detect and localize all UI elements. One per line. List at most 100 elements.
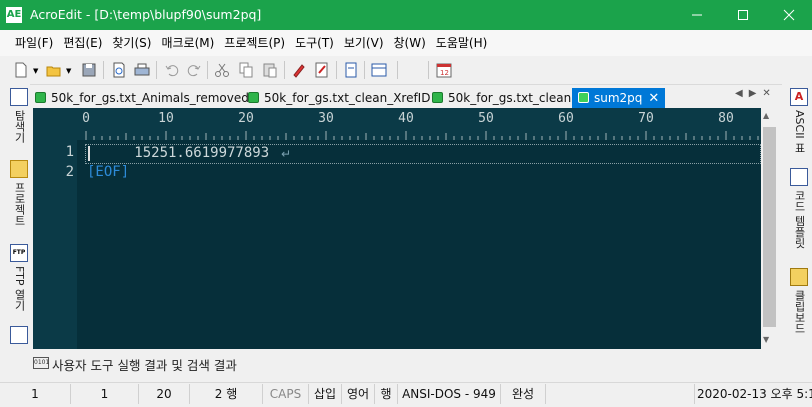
- tab-prev-icon[interactable]: ◀: [735, 88, 749, 99]
- open-dropdown-icon[interactable]: ▼: [66, 67, 71, 75]
- minimize-icon: [692, 14, 702, 16]
- eof-marker: [EOF]: [87, 164, 130, 180]
- print-icon: [134, 63, 150, 76]
- menu-edit[interactable]: 편집(E): [58, 30, 107, 56]
- redo-button[interactable]: [185, 61, 203, 79]
- toolbar-separator: [207, 61, 208, 79]
- menu-search[interactable]: 찾기(S): [107, 30, 156, 56]
- paste-icon: [263, 63, 277, 78]
- ascii-table-icon: A: [790, 88, 808, 106]
- copy-button[interactable]: [237, 61, 255, 79]
- ruler-number: 20: [238, 111, 254, 126]
- status-state: 완성: [501, 384, 546, 404]
- explorer-icon: [10, 88, 28, 106]
- file-status-icon: [432, 92, 443, 103]
- calendar-button[interactable]: 12: [435, 61, 453, 79]
- window-icon: [10, 326, 28, 344]
- undo-button[interactable]: [163, 61, 181, 79]
- side-item-label: FTP 열기: [13, 266, 26, 311]
- editor[interactable]: 0 10 20 30 40 50 60 70 80 1 2 15251.6619…: [33, 108, 761, 349]
- tab-sum2pq[interactable]: sum2pq ✕: [572, 88, 666, 108]
- output-panel-tab[interactable]: 사용자 도구 실행 결과 및 검색 결과: [52, 355, 237, 374]
- line-end-icon: ↵: [281, 147, 292, 161]
- menu-help[interactable]: 도움말(H): [431, 30, 493, 56]
- tab-clean-xrefid[interactable]: 50k_for_gs.txt_clean_XrefID: [248, 88, 430, 108]
- print-preview-icon: [113, 62, 125, 78]
- print-preview-button[interactable]: [110, 61, 128, 79]
- redo-icon: [187, 65, 201, 77]
- ftp-icon: FTP: [10, 244, 28, 262]
- clipboard-icon: [790, 268, 808, 286]
- toolbar: ▼ ▼ 12: [0, 56, 812, 85]
- ruler-number: 80: [718, 111, 734, 126]
- output-icon: 0101: [33, 357, 49, 369]
- scroll-down-icon[interactable]: ▼: [763, 335, 769, 344]
- cut-icon: [215, 63, 229, 77]
- copy-icon: [239, 62, 253, 78]
- text-caret: [88, 146, 90, 161]
- status-insert[interactable]: 삽입: [309, 384, 342, 404]
- marker-icon: [293, 64, 305, 78]
- tab-next-icon[interactable]: ▶: [749, 88, 763, 99]
- svg-text:12: 12: [440, 69, 449, 77]
- status-lines: 2 행: [190, 384, 263, 404]
- toolbar-separator: [336, 61, 337, 79]
- status-language[interactable]: 영어: [342, 384, 375, 404]
- doc-button[interactable]: [342, 61, 360, 79]
- edit-doc-button[interactable]: [313, 61, 331, 79]
- toolbar-separator: [284, 61, 285, 79]
- minimize-button[interactable]: [674, 0, 720, 30]
- tab-close-icon[interactable]: ✕: [648, 91, 659, 106]
- toolbar-separator: [428, 61, 429, 79]
- menu-window[interactable]: 창(W): [389, 30, 431, 56]
- scrollbar-thumb[interactable]: [763, 127, 776, 327]
- close-button[interactable]: [766, 0, 812, 30]
- editor-line-1[interactable]: 15251.6619977893: [109, 145, 269, 161]
- paste-button[interactable]: [261, 61, 279, 79]
- app-icon: AE: [6, 7, 22, 23]
- menu-macro[interactable]: 매크로(M): [156, 30, 219, 56]
- calendar-icon: 12: [436, 63, 452, 78]
- status-bar: 1 1 20 2 행 CAPS 삽입 영어 행 ANSI-DOS - 949 완…: [0, 382, 812, 407]
- new-file-icon: [15, 62, 27, 78]
- toolbar-separator: [156, 61, 157, 79]
- window-title: AcroEdit - [D:\temp\blupf90\sum2pq]: [30, 7, 262, 22]
- line-number: 1: [65, 144, 74, 160]
- new-file-dropdown-icon[interactable]: ▼: [33, 67, 38, 75]
- print-button[interactable]: [133, 61, 151, 79]
- ruler-number: 60: [558, 111, 574, 126]
- toolbar-separator: [364, 61, 365, 79]
- line-number: 2: [65, 164, 74, 180]
- menu-file[interactable]: 파일(F): [10, 30, 58, 56]
- status-mode[interactable]: 행: [375, 384, 398, 404]
- edit-doc-icon: [315, 62, 328, 78]
- panel-button[interactable]: [370, 61, 388, 79]
- menu-tools[interactable]: 도구(T): [290, 30, 339, 56]
- panel-icon: [371, 63, 387, 77]
- menu-view[interactable]: 보기(V): [339, 30, 389, 56]
- side-item-label: 클립보드: [793, 290, 806, 334]
- ruler-number: 70: [638, 111, 654, 126]
- ruler-number: 30: [318, 111, 334, 126]
- menu-project[interactable]: 프로젝트(P): [219, 30, 290, 56]
- new-file-button[interactable]: [12, 61, 30, 79]
- side-item-label: ASCII 표: [793, 110, 806, 154]
- close-icon: [783, 9, 795, 21]
- scroll-up-icon[interactable]: ▲: [763, 111, 769, 120]
- tab-bar: 50k_for_gs.txt_Animals_removed 50k_for_g…: [30, 86, 782, 108]
- ruler-number: 10: [158, 111, 174, 126]
- tab-clean[interactable]: 50k_for_gs.txt_clean: [432, 88, 571, 108]
- maximize-button[interactable]: [720, 0, 766, 30]
- left-side-panel: 탐색기 프로젝트 FTP FTP 열기: [0, 84, 30, 374]
- side-item-label: 프로젝트: [13, 182, 26, 226]
- status-encoding[interactable]: ANSI-DOS - 949: [398, 384, 501, 404]
- open-file-button[interactable]: [45, 61, 63, 79]
- title-bar[interactable]: AE AcroEdit - [D:\temp\blupf90\sum2pq]: [0, 0, 812, 30]
- file-status-icon: [35, 92, 46, 103]
- toolbar-separator: [103, 61, 104, 79]
- marker-button[interactable]: [290, 61, 308, 79]
- cut-button[interactable]: [213, 61, 231, 79]
- save-button[interactable]: [80, 61, 98, 79]
- tab-close-all-icon[interactable]: ✕: [762, 88, 776, 99]
- tab-animals-removed[interactable]: 50k_for_gs.txt_Animals_removed: [35, 88, 249, 108]
